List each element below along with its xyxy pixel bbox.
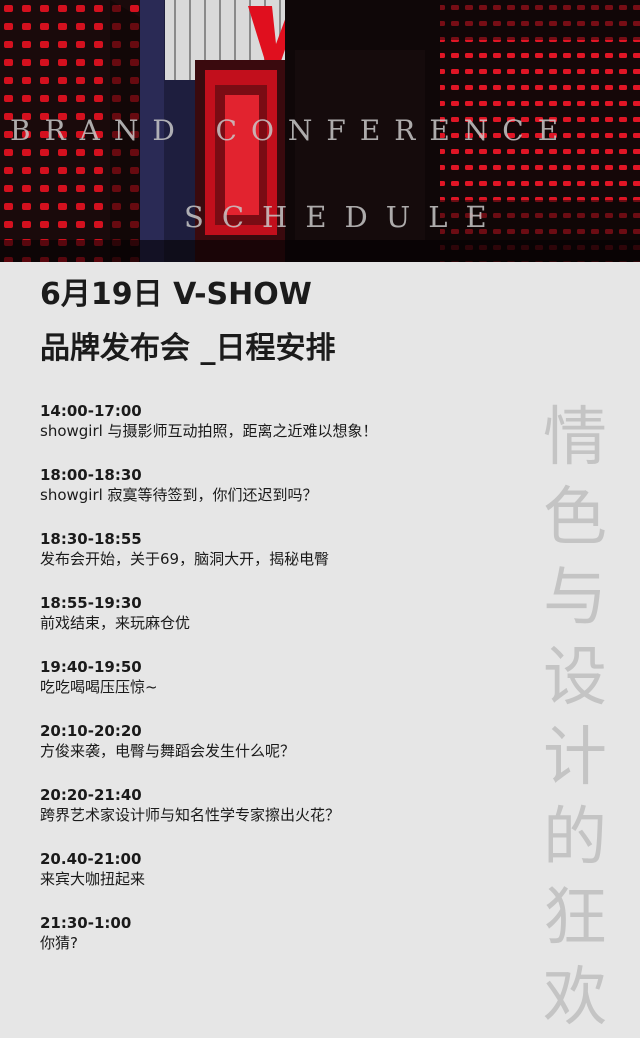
schedule-desc: 前戏结束，来玩麻仓优 [40, 614, 191, 632]
schedule-item: 14:00-17:00 showgirl 与摄影师互动拍照，距离之近难以想象！ [40, 402, 520, 466]
schedule-item: 20:10-20:20 方俊来袭，电臀与舞蹈会发生什么呢？ [40, 722, 520, 786]
schedule-item: 19:40-19:50 吃吃喝喝压压惊~ [40, 658, 520, 722]
schedule-desc: 来宾大咖扭起来 [40, 870, 146, 888]
schedule-time: 14:00-17:00 [40, 402, 142, 420]
schedule-item: 18:30-18:55 发布会开始，关于69，脑洞大开，揭秘电臀 [40, 530, 520, 594]
banner-title: BRAND CONFERENCE [10, 104, 573, 150]
schedule-time: 18:30-18:55 [40, 530, 142, 548]
schedule-time: 20.40-21:00 [40, 850, 142, 868]
slogan-char: 计 [543, 721, 607, 795]
schedule-desc: 发布会开始，关于69，脑洞大开，揭秘电臀 [40, 550, 330, 568]
schedule-item: 18:55-19:30 前戏结束，来玩麻仓优 [40, 594, 520, 658]
schedule-item: 18:00-18:30 showgirl 寂寞等待签到，你们还迟到吗？ [40, 466, 520, 530]
title-line-event: 品牌发布会 _日程安排 [40, 331, 336, 366]
slogan-char: 的 [543, 801, 607, 875]
schedule-time: 18:00-18:30 [40, 466, 142, 484]
slogan-char: 与 [543, 561, 607, 635]
schedule-desc: showgirl 与摄影师互动拍照，距离之近难以想象！ [40, 422, 378, 440]
schedule-desc: 吃吃喝喝压压惊~ [40, 678, 158, 696]
schedule-time: 20:20-21:40 [40, 786, 142, 804]
schedule-desc: showgirl 寂寞等待签到，你们还迟到吗？ [40, 486, 318, 504]
schedule-desc: 方俊来袭，电臀与舞蹈会发生什么呢？ [40, 742, 296, 760]
slogan-char: 情 [543, 401, 607, 475]
schedule-time: 18:55-19:30 [40, 594, 142, 612]
schedule-item: 21:30-1:00 你猜? [40, 914, 520, 978]
schedule-item: 20.40-21:00 来宾大咖扭起来 [40, 850, 520, 914]
title-line-date: 6月19日 V-SHOW [40, 277, 312, 312]
slogan-char: 设 [543, 641, 607, 715]
schedule-list: 14:00-17:00 showgirl 与摄影师互动拍照，距离之近难以想象！ … [40, 402, 520, 978]
slogan-char: 欢 [543, 961, 607, 1035]
vertical-slogan: 情 色 与 设 计 的 狂 欢 [540, 398, 610, 1038]
schedule-time: 20:10-20:20 [40, 722, 142, 740]
banner-subtitle: SCHEDULE [184, 188, 505, 237]
slogan-char: 色 [543, 481, 607, 555]
schedule-desc: 你猜? [40, 934, 78, 952]
page-title: 6月19日 V-SHOW 品牌发布会 _日程安排 [40, 280, 335, 364]
hero-banner: BRAND CONFERENCE SCHEDULE [0, 0, 640, 262]
schedule-time: 21:30-1:00 [40, 914, 132, 932]
schedule-time: 19:40-19:50 [40, 658, 142, 676]
slogan-char: 狂 [543, 881, 607, 955]
schedule-desc: 跨界艺术家设计师与知名性学专家擦出火花？ [40, 806, 341, 824]
schedule-item: 20:20-21:40 跨界艺术家设计师与知名性学专家擦出火花？ [40, 786, 520, 850]
